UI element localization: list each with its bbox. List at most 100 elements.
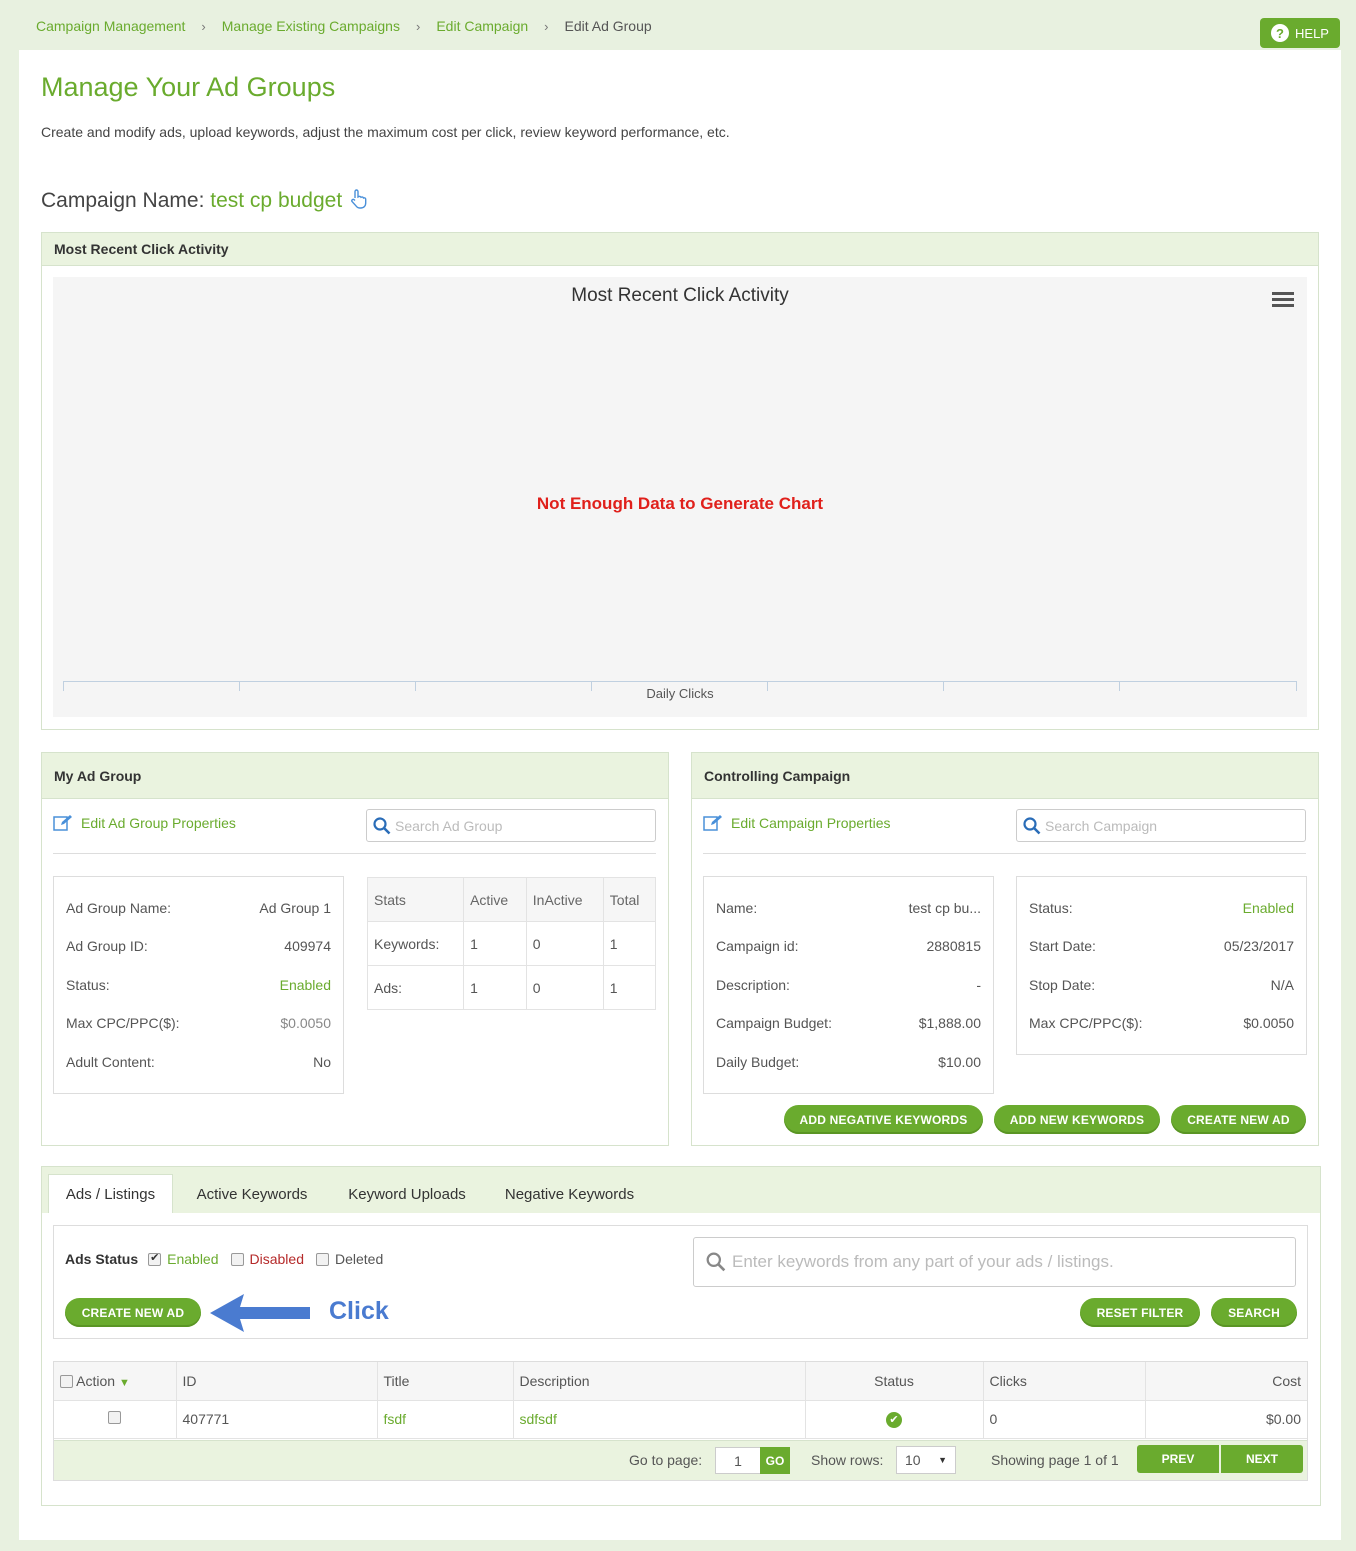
column-header[interactable]: Cost xyxy=(1145,1362,1307,1401)
field-label: Campaign Budget: xyxy=(716,1015,832,1031)
field-value: 2880815 xyxy=(926,938,981,954)
edit-ad-group-label: Edit Ad Group Properties xyxy=(81,815,236,831)
edit-ad-group-link[interactable]: Edit Ad Group Properties xyxy=(53,814,236,832)
page-title: Manage Your Ad Groups xyxy=(41,72,336,102)
search-icon xyxy=(706,1252,726,1272)
breadcrumb: Campaign Management › Manage Existing Ca… xyxy=(36,18,652,34)
reset-filter-button[interactable]: RESET FILTER xyxy=(1080,1298,1200,1327)
page-number-input[interactable]: 1 xyxy=(715,1447,761,1474)
field-label: Description: xyxy=(716,977,790,993)
column-header: Action xyxy=(76,1372,116,1389)
prev-button[interactable]: PREV xyxy=(1137,1445,1219,1473)
field-value: $0.0050 xyxy=(280,1015,331,1031)
edit-campaign-link[interactable]: Edit Campaign Properties xyxy=(703,814,891,832)
enabled-checkbox[interactable] xyxy=(148,1251,162,1266)
chevron-right-icon: › xyxy=(201,18,206,34)
next-button[interactable]: NEXT xyxy=(1221,1445,1303,1473)
ads-status-label: Ads Status xyxy=(65,1251,139,1267)
field-label: Stop Date: xyxy=(1029,977,1096,993)
caret-down-icon: ▼ xyxy=(118,1376,130,1389)
ad-description-link[interactable]: sdfsdf xyxy=(513,1400,806,1439)
create-new-ad-button[interactable]: CREATE NEW AD xyxy=(65,1298,201,1327)
column-header[interactable]: Title xyxy=(377,1362,514,1401)
campaign-name-heading: Campaign Name: test cp budget xyxy=(41,188,370,213)
pointer-hand-icon[interactable] xyxy=(348,188,370,210)
campaign-id-row: Campaign id: 2880815 xyxy=(716,938,981,954)
daily-budget-row: Daily Budget: $10.00 xyxy=(716,1054,981,1070)
showing-page-text: Showing page 1 of 1 xyxy=(991,1452,1119,1468)
tab-active-keywords[interactable]: Active Keywords xyxy=(182,1174,322,1214)
ad-group-max-cpc-row: Max CPC/PPC($): $0.0050 xyxy=(66,1015,331,1031)
field-label: Ad Group ID: xyxy=(66,938,148,954)
field-label: Campaign id: xyxy=(716,938,799,954)
stats-header: Stats xyxy=(366,877,465,922)
tab-negative-keywords[interactable]: Negative Keywords xyxy=(492,1174,647,1214)
ads-search-input[interactable]: Enter keywords from any part of your ads… xyxy=(693,1237,1296,1287)
tab-keyword-uploads[interactable]: Keyword Uploads xyxy=(332,1174,482,1214)
ad-status-cell: ✔ xyxy=(805,1400,984,1439)
click-activity-panel-heading: Most Recent Click Activity xyxy=(42,233,1318,266)
campaign-name-value: test cp budget xyxy=(210,189,343,212)
field-value: 409974 xyxy=(284,938,331,954)
help-label: HELP xyxy=(1295,25,1329,41)
rows-per-page-select[interactable]: 10 ▼ xyxy=(896,1446,956,1474)
row-checkbox[interactable] xyxy=(108,1411,122,1424)
show-rows-label: Show rows: xyxy=(811,1452,884,1468)
stats-table: Stats Active InActive Total Keywords: 1 … xyxy=(366,877,657,1010)
row-select-cell xyxy=(54,1400,177,1439)
field-label: Start Date: xyxy=(1029,938,1096,954)
breadcrumb-manage-existing-campaigns[interactable]: Manage Existing Campaigns xyxy=(222,18,400,34)
edit-campaign-label: Edit Campaign Properties xyxy=(731,815,891,831)
status-value: Enabled xyxy=(1242,900,1294,916)
breadcrumb-campaign-management[interactable]: Campaign Management xyxy=(36,18,185,34)
divider xyxy=(53,853,656,854)
disabled-checkbox[interactable] xyxy=(230,1252,244,1266)
ads-header-row: Action ▼ ID Title Description Status Cli… xyxy=(54,1362,1307,1401)
go-button[interactable]: GO xyxy=(760,1447,790,1474)
ad-title-link[interactable]: fsdf xyxy=(377,1400,514,1439)
stats-cell: 0 xyxy=(525,921,604,966)
search-campaign-input[interactable]: Search Campaign xyxy=(1016,809,1306,842)
search-icon xyxy=(1023,816,1041,834)
ad-cost-cell: $0.00 xyxy=(1145,1400,1307,1439)
column-header[interactable]: Clicks xyxy=(983,1362,1146,1401)
column-header[interactable]: Description xyxy=(513,1362,806,1401)
arrow-left-icon xyxy=(210,1294,310,1332)
column-header[interactable]: Status xyxy=(805,1362,984,1401)
stats-cell: 1 xyxy=(463,965,527,1010)
campaign-budget-row: Campaign Budget: $1,888.00 xyxy=(716,1015,981,1031)
field-value: test cp bu... xyxy=(908,900,981,916)
field-value: $1,888.00 xyxy=(918,1015,981,1031)
select-all-checkbox[interactable] xyxy=(60,1374,73,1388)
search-ad-group-input[interactable]: Search Ad Group xyxy=(366,809,656,842)
deleted-checkbox[interactable] xyxy=(316,1252,329,1266)
hamburger-menu-icon[interactable] xyxy=(1272,292,1294,310)
column-header[interactable]: ID xyxy=(176,1362,378,1401)
click-annotation: Click xyxy=(329,1297,389,1325)
field-value: Ad Group 1 xyxy=(259,900,331,916)
field-label: Max CPC/PPC($): xyxy=(1029,1015,1143,1031)
action-header[interactable]: Action ▼ xyxy=(54,1362,177,1401)
ad-group-status-row: Status: Enabled xyxy=(66,977,331,993)
tab-ads-listings[interactable]: Ads / Listings xyxy=(48,1174,173,1214)
search-icon xyxy=(373,816,391,834)
edit-icon xyxy=(53,815,72,831)
ad-group-adult-content-row: Adult Content: No xyxy=(66,1054,331,1070)
add-negative-keywords-button[interactable]: ADD NEGATIVE KEYWORDS xyxy=(784,1105,983,1134)
create-new-ad-button-top[interactable]: CREATE NEW AD xyxy=(1171,1105,1306,1134)
help-button[interactable]: ? HELP xyxy=(1260,18,1340,48)
stats-cell: 1 xyxy=(602,921,657,966)
field-value: $10.00 xyxy=(938,1054,981,1070)
chevron-right-icon: › xyxy=(544,18,549,34)
campaign-max-cpc-row: Max CPC/PPC($): $0.0050 xyxy=(1029,1015,1294,1031)
table-row: 407771 fsdf sdfsdf ✔ 0 $0.00 xyxy=(54,1400,1307,1439)
stats-row: Ads: 1 0 1 xyxy=(366,965,657,1010)
field-label: Ad Group Name: xyxy=(66,900,172,916)
stats-row: Keywords: 1 0 1 xyxy=(366,921,657,966)
chevron-right-icon: › xyxy=(415,18,421,34)
breadcrumb-edit-campaign[interactable]: Edit Campaign xyxy=(436,18,528,34)
search-button[interactable]: SEARCH xyxy=(1211,1298,1297,1327)
field-value: 05/23/2017 xyxy=(1223,938,1294,954)
chart-x-axis xyxy=(63,681,1297,682)
add-new-keywords-button[interactable]: ADD NEW KEYWORDS xyxy=(994,1105,1160,1134)
